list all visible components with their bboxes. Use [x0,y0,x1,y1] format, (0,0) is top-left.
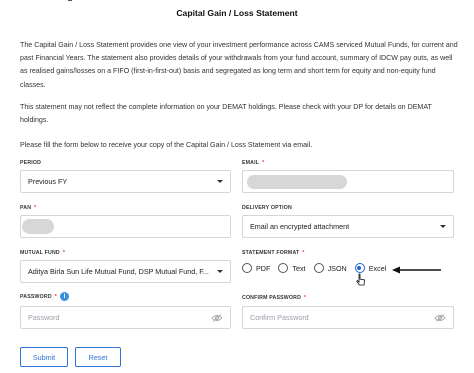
format-option-json[interactable]: JSON [313,263,347,273]
confirm-password-label: CONFIRM PASSWORD * [242,295,307,301]
email-redacted [247,175,347,189]
period-value: Previous FY [28,177,68,186]
radio-text[interactable] [278,263,289,273]
format-option-pdf[interactable]: PDF [242,263,270,273]
reset-button[interactable]: Reset [75,347,121,367]
cursor-icon [356,273,366,286]
top-edge-mark [68,0,72,1]
eye-off-icon[interactable] [211,313,223,322]
intro-paragraph: The Capital Gain / Loss Statement provid… [20,41,458,89]
demat-paragraph: This statement may not reflect the compl… [20,103,432,125]
email-label: EMAIL * [242,160,265,166]
chevron-down-icon [217,270,223,273]
delivery-option-label: DELIVERY OPTION [242,205,292,211]
format-option-excel[interactable]: Excel [354,263,386,273]
form-instruction: Please fill the form below to receive yo… [20,141,313,149]
confirm-password-field[interactable]: Confirm Password [242,306,454,329]
eye-off-icon[interactable] [434,313,446,322]
chevron-down-icon [217,180,223,183]
pan-label: PAN * [20,205,37,211]
submit-button[interactable]: Submit [20,347,68,367]
delivery-option-value: Email an encrypted attachment [250,222,350,231]
period-select[interactable]: Previous FY [20,170,231,193]
chevron-down-icon [440,225,446,228]
password-field[interactable]: Password [20,306,231,329]
confirm-password-placeholder: Confirm Password [250,313,309,322]
mutual-fund-value: Aditya Birla Sun Life Mutual Fund, DSP M… [28,267,209,276]
radio-excel[interactable] [354,263,365,273]
period-label: PERIOD [20,160,42,166]
mutual-fund-select[interactable]: Aditya Birla Sun Life Mutual Fund, DSP M… [20,260,231,283]
info-icon[interactable]: i [60,292,69,301]
arrow-left-icon [392,266,441,274]
delivery-option-select[interactable]: Email an encrypted attachment [242,215,454,238]
format-option-text[interactable]: Text [278,263,306,273]
password-placeholder: Password [28,313,60,322]
statement-format-radio-group: PDF Text JSON Excel [242,263,394,273]
radio-pdf[interactable] [242,263,252,273]
page-title: Capital Gain / Loss Statement [176,8,298,18]
pan-redacted [22,219,54,234]
radio-json[interactable] [313,263,324,273]
mutual-fund-label: MUTUAL FUND * [20,250,66,256]
password-label: PASSWORD * i [20,292,231,301]
statement-format-label: STATEMENT FORMAT * [242,250,305,256]
